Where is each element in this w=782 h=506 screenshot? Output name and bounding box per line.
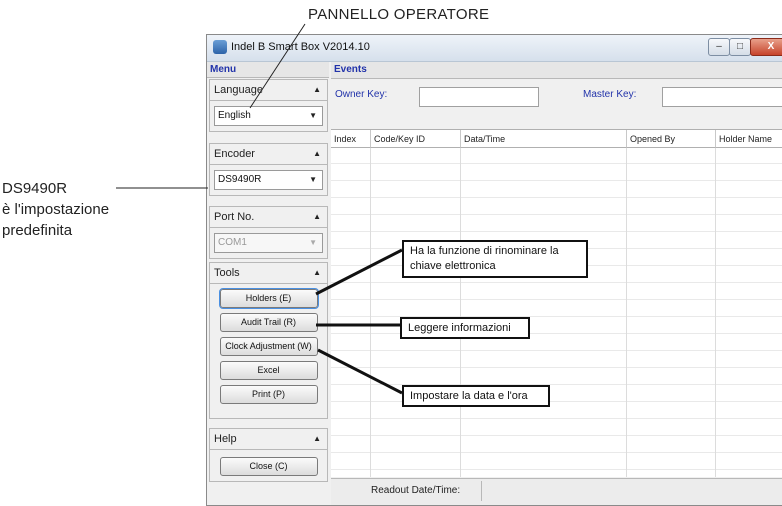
audit-callout: Leggere informazioni [400, 317, 530, 339]
title-leader-line [249, 23, 306, 109]
clock-callout: Impostare la data e l'ora [402, 385, 550, 407]
holders-callout-line [315, 248, 403, 296]
clock-callout-line [317, 348, 403, 395]
annotation-lines [116, 23, 403, 395]
holders-callout: Ha la funzione di rinominare la chiave e… [402, 240, 588, 278]
